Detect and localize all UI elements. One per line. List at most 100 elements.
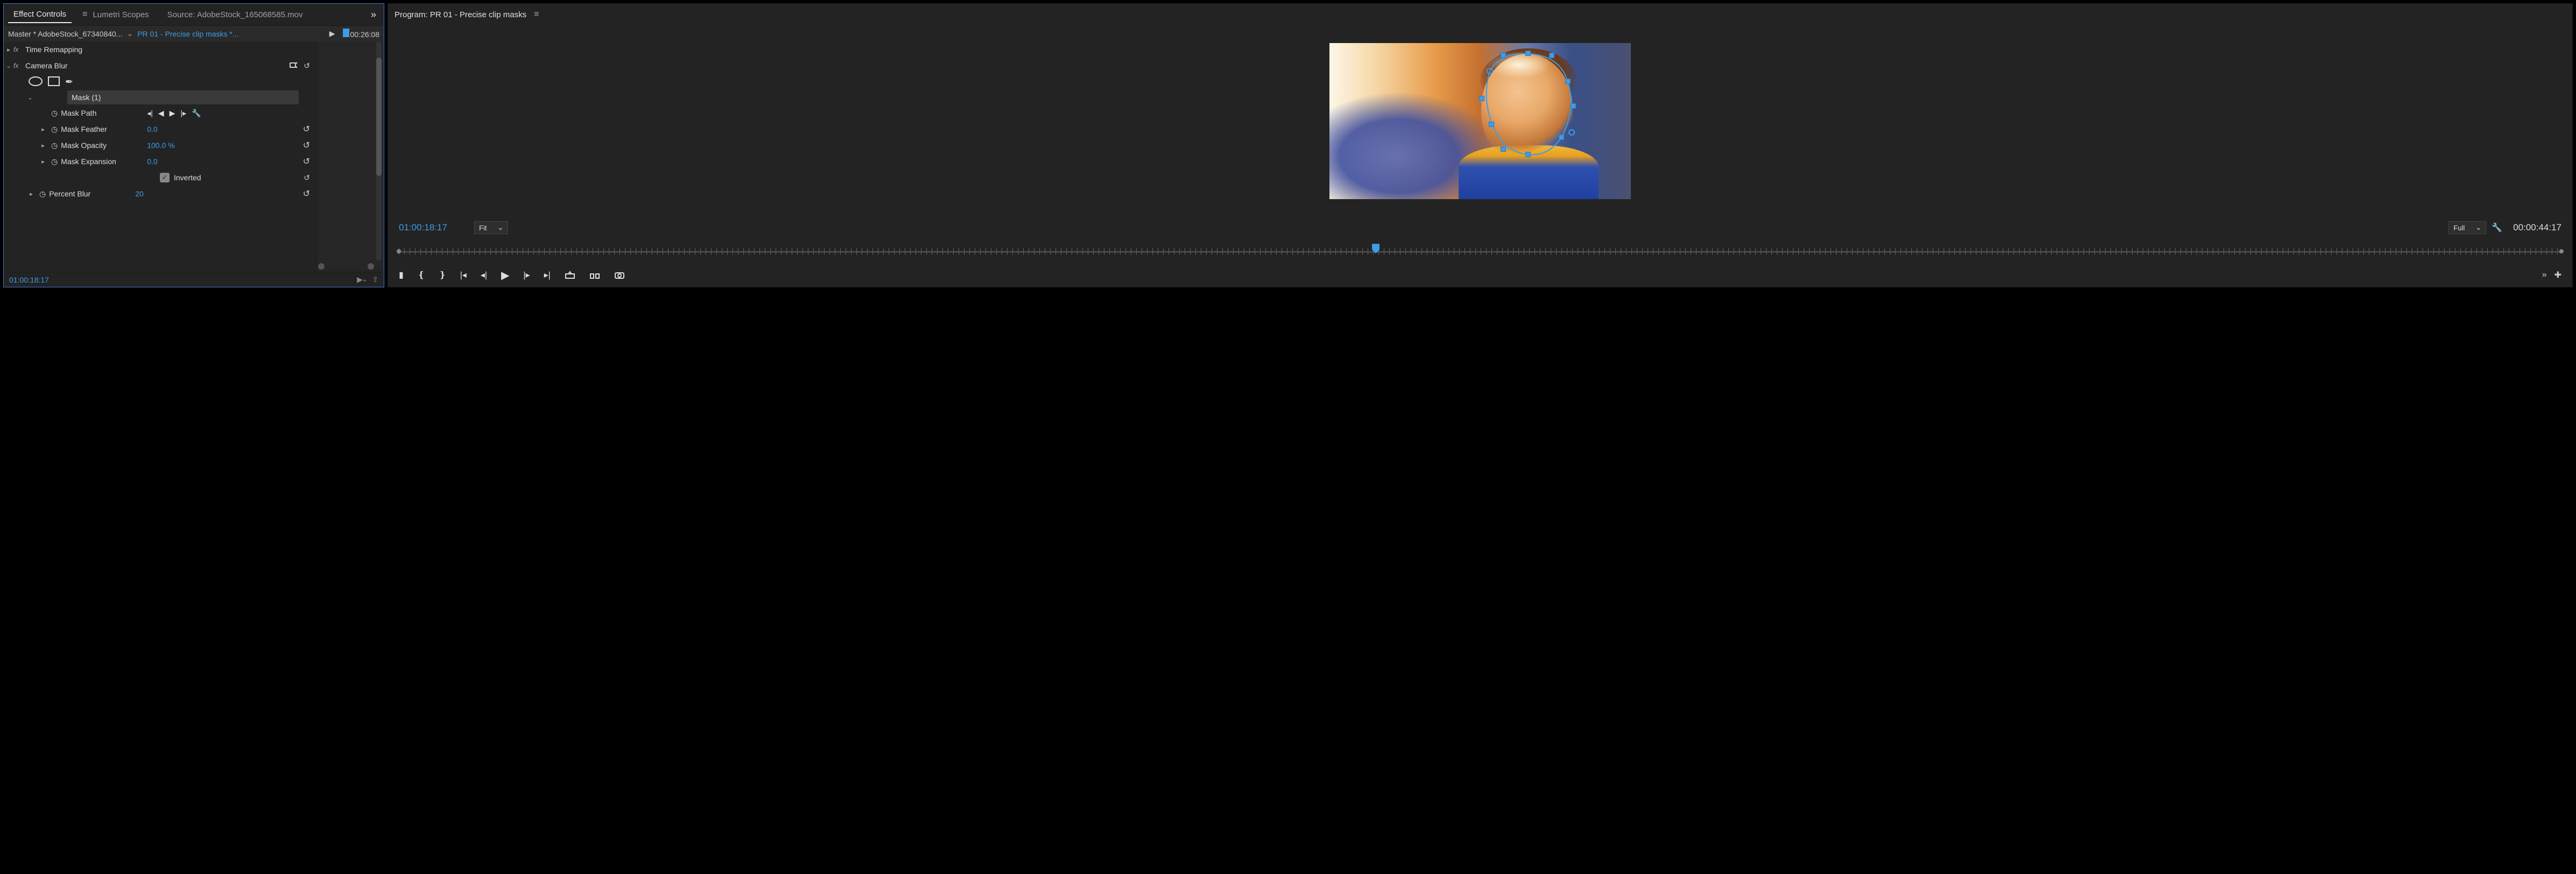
reset-icon[interactable]: ↺ [303,124,310,135]
effect-timeline-head: 00:26:08 [343,29,380,39]
button-editor-overflow-icon[interactable]: » [2542,270,2547,280]
reset-icon[interactable]: ↺ [303,156,310,167]
chevron-right-icon[interactable]: ▸ [26,191,36,198]
effect-time-remapping[interactable]: ▸ fx Time Remapping [4,41,316,58]
step-back-icon[interactable]: ◂| [481,270,487,280]
loop-icon[interactable]: ▶₊ [357,275,367,284]
tab-effect-controls[interactable]: Effect Controls [8,6,72,23]
track-backward-icon[interactable]: ◀ [158,109,164,118]
panel-menu-icon[interactable]: ≡ [82,10,87,19]
quality-select[interactable]: Full ⌄ [2448,221,2486,234]
effects-keyframe-timeline[interactable] [317,41,384,272]
footer-timecode[interactable]: 01:00:18:17 [9,276,49,284]
chevron-down-icon[interactable]: ⌄ [25,94,35,101]
wrench-icon[interactable]: 🔧 [192,109,201,118]
track-forward-icon[interactable]: ▶ [170,109,175,118]
tab-source[interactable]: Source: AdobeStock_165068585.mov [162,7,308,23]
param-inverted: ✓ Inverted ↺ [4,170,316,186]
mark-out-icon[interactable]: ❵ [439,270,446,280]
mask-vertex[interactable] [1565,79,1571,84]
master-dropdown-icon[interactable]: ⌄ [126,29,133,38]
mark-in-icon[interactable]: ❴ [418,270,425,280]
tab-lumetri-scopes[interactable]: Lumetri Scopes [87,7,154,23]
play-icon[interactable]: ▶ [501,269,509,282]
mask-vertex[interactable] [1487,68,1493,74]
stopwatch-icon[interactable]: ◷ [51,109,58,118]
overflow-tabs-icon[interactable]: » [368,9,379,20]
zoom-fit-select[interactable]: Fit ⌄ [474,221,508,234]
track-backward-one-icon[interactable]: ◂| [147,109,153,118]
pen-mask-icon[interactable]: ✒ [65,76,73,88]
add-marker-icon[interactable]: ▮ [399,270,404,280]
mask-vertex[interactable] [1568,129,1575,136]
go-to-in-icon[interactable]: |◂ [460,270,467,280]
timeline-name[interactable]: PR 01 - Precise clip masks *... [137,30,238,38]
step-forward-icon[interactable]: |▸ [523,270,530,280]
time-remapping-label: Time Remapping [23,45,316,54]
fx-icon: fx [13,62,23,69]
stopwatch-icon[interactable]: ◷ [51,125,58,134]
chevron-right-icon[interactable]: ▸ [38,142,48,149]
mask-opacity-value[interactable]: 100.0 % [147,141,212,150]
zoom-handle-right[interactable] [368,263,374,270]
program-monitor-tab[interactable]: Program: PR 01 - Precise clip masks ≡ [388,4,2572,25]
track-forward-one-icon[interactable]: |▸ [180,109,186,118]
panel-menu-icon[interactable]: ≡ [534,10,539,19]
scrubber-start-handle[interactable] [397,249,401,253]
master-clip-name[interactable]: Master * AdobeStock_67340840... [8,30,122,38]
current-timecode[interactable]: 01:00:18:17 [399,222,469,233]
button-editor-add-icon[interactable]: ✚ [2554,270,2561,280]
playhead-marker-icon[interactable] [343,29,349,37]
chevron-down-icon[interactable]: ⌄ [4,62,13,69]
master-clip-row: Master * AdobeStock_67340840... ⌄ PR 01 … [4,25,384,41]
scrubber-end-handle[interactable] [2559,249,2564,253]
program-viewer[interactable] [388,25,2572,217]
mask-vertex[interactable] [1489,122,1494,127]
mask-vertex[interactable] [1525,51,1531,56]
export-frame-icon[interactable] [614,271,625,279]
mask-feather-label: Mask Feather [61,125,147,133]
effect-settings-icon[interactable] [290,61,298,71]
param-mask-expansion: ▸ ◷ Mask Expansion 0.0 ↺ [4,153,316,170]
mask-handle[interactable] [1501,146,1506,152]
settings-wrench-icon[interactable]: 🔧 [2491,222,2502,233]
mask-expansion-value[interactable]: 0.0 [147,157,212,166]
lift-icon[interactable] [565,271,575,279]
chevron-right-icon[interactable]: ▸ [4,46,13,53]
mask-handle[interactable] [1571,103,1576,109]
percent-blur-value[interactable]: 20 [135,189,200,198]
ellipse-mask-icon[interactable] [29,76,43,86]
effect-camera-blur[interactable]: ⌄ fx Camera Blur ↺ [4,58,316,74]
stopwatch-icon[interactable]: ◷ [51,141,58,150]
rectangle-mask-icon[interactable] [48,76,60,86]
effect-controls-panel: Effect Controls ≡ Lumetri Scopes Source:… [3,3,384,287]
reset-icon[interactable]: ↺ [304,61,310,71]
inverted-checkbox[interactable]: ✓ [160,173,170,182]
inverted-label: Inverted [174,173,201,182]
go-to-out-icon[interactable]: ▸| [544,270,551,280]
mask-label[interactable]: Mask (1) [67,90,299,104]
export-icon[interactable]: ⇪ [372,275,378,284]
reset-icon[interactable]: ↺ [304,173,310,182]
mask-vertex[interactable] [1525,152,1531,157]
mask-feather-value[interactable]: 0.0 [147,125,212,133]
mask-handle[interactable] [1549,53,1554,58]
chevron-right-icon[interactable]: ▸ [38,158,48,165]
program-scrubber[interactable] [399,242,2561,260]
transport-bar: ▮ ❴ ❵ |◂ ◂| ▶ |▸ ▸| » ✚ [388,263,2572,287]
play-only-icon[interactable]: ▶ [329,29,335,38]
mask-handle[interactable] [1479,96,1484,101]
mask-header[interactable]: ⌄ Mask (1) [4,90,316,105]
mask-handle[interactable] [1501,53,1506,58]
zoom-handle-left[interactable] [318,263,325,270]
extract-icon[interactable] [589,271,600,279]
mask-outline[interactable] [1474,50,1581,163]
chevron-right-icon[interactable]: ▸ [38,126,48,133]
reset-icon[interactable]: ↺ [303,188,310,199]
stopwatch-icon[interactable]: ◷ [39,189,46,199]
stopwatch-icon[interactable]: ◷ [51,157,58,166]
vertical-scrollbar[interactable] [376,41,382,261]
scrollbar-thumb[interactable] [376,58,382,176]
mask-handle[interactable] [1559,135,1564,140]
reset-icon[interactable]: ↺ [303,140,310,151]
